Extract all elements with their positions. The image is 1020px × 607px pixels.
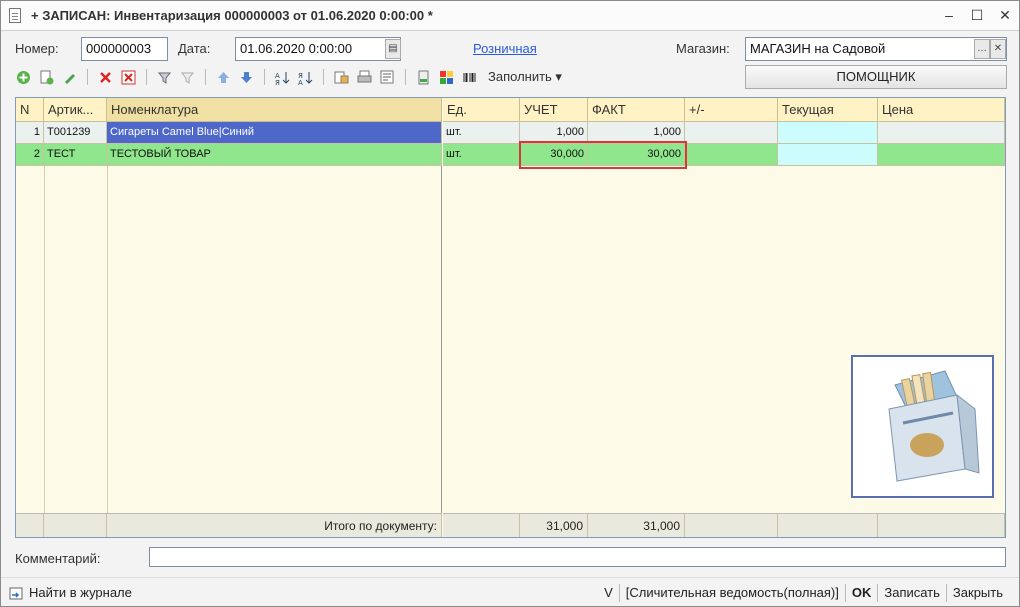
inventory-table: N Артик... Номенклатура 1 Т001239 Сигаре… bbox=[15, 97, 1006, 538]
move-down-icon[interactable] bbox=[238, 69, 255, 86]
toolbar-separator bbox=[146, 69, 147, 85]
close-form-button[interactable]: Закрыть bbox=[947, 585, 1009, 600]
table-left-pane: N Артик... Номенклатура 1 Т001239 Сигаре… bbox=[16, 98, 442, 537]
copy-row-icon[interactable] bbox=[38, 69, 55, 86]
column-header-fakt[interactable]: ФАКТ bbox=[588, 98, 685, 122]
retail-type-link[interactable]: Розничная bbox=[473, 41, 537, 56]
save-button[interactable]: Записать bbox=[878, 585, 946, 600]
minimize-button[interactable]: ‒ bbox=[941, 6, 957, 24]
status-bar: Найти в журнале V [Сличительная ведомост… bbox=[1, 577, 1019, 607]
close-button[interactable]: ✕ bbox=[997, 6, 1013, 24]
comment-label: Комментарий: bbox=[15, 551, 101, 566]
comment-input[interactable] bbox=[149, 547, 1006, 567]
table-cell-price[interactable] bbox=[878, 122, 1005, 144]
sort-ascending-icon[interactable]: AЯ bbox=[274, 69, 291, 86]
footer-cell bbox=[685, 513, 778, 537]
document-icon[interactable] bbox=[415, 69, 432, 86]
toolbar-separator bbox=[323, 69, 324, 85]
table-cell-article[interactable]: Т001239 bbox=[44, 122, 107, 144]
table-cell-current[interactable] bbox=[778, 144, 878, 166]
toolbar-separator bbox=[405, 69, 406, 85]
footer-cell bbox=[778, 513, 878, 537]
highlight-frame bbox=[519, 141, 687, 169]
footer-cell bbox=[16, 513, 44, 537]
date-field[interactable]: 01.06.2020 0:00:00 bbox=[235, 37, 401, 61]
find-in-journal-button[interactable]: Найти в журнале bbox=[9, 585, 132, 601]
column-header-n[interactable]: N bbox=[16, 98, 44, 122]
table-cell-price[interactable] bbox=[878, 144, 1005, 166]
column-header-current[interactable]: Текущая bbox=[778, 98, 878, 122]
column-header-uchet[interactable]: УЧЕТ bbox=[520, 98, 588, 122]
footer-total-label: Итого по документу: bbox=[107, 513, 442, 537]
toolbar-separator bbox=[87, 69, 88, 85]
status-actions: V [Сличительная ведомость(полная)] OK За… bbox=[598, 583, 1009, 602]
table-cell-unit[interactable]: шт. bbox=[443, 144, 520, 166]
store-field[interactable]: МАГАЗИН на Садовой bbox=[745, 37, 1007, 61]
ok-button[interactable]: OK bbox=[846, 585, 878, 600]
helper-button[interactable]: ПОМОЩНИК bbox=[745, 65, 1007, 89]
edit-row-icon[interactable] bbox=[61, 69, 78, 86]
column-divider bbox=[44, 166, 45, 513]
number-label: Номер: bbox=[15, 41, 59, 56]
table-cell-diff[interactable] bbox=[685, 144, 778, 166]
column-header-article[interactable]: Артик... bbox=[44, 98, 107, 122]
table-cell-n[interactable]: 1 bbox=[16, 122, 44, 144]
report-button[interactable]: [Сличительная ведомость(полная)] bbox=[620, 585, 845, 600]
move-up-icon[interactable] bbox=[215, 69, 232, 86]
table-cell-n[interactable]: 2 bbox=[16, 144, 44, 166]
store-label: Магазин: bbox=[676, 41, 730, 56]
column-header-nomenclature[interactable]: Номенклатура bbox=[107, 98, 442, 122]
footer-cell bbox=[44, 513, 107, 537]
clear-filter-icon[interactable] bbox=[179, 69, 196, 86]
table-cell-nomenclature[interactable]: ТЕСТОВЫЙ ТОВАР bbox=[107, 144, 442, 166]
table-toolbar: AЯ ЯA Заполнить ▾ bbox=[15, 67, 562, 87]
store-clear-button[interactable]: ✕ bbox=[990, 39, 1006, 59]
window-title: + ЗАПИСАН: Инвентаризация 000000003 от 0… bbox=[31, 8, 433, 23]
add-row-icon[interactable] bbox=[15, 69, 32, 86]
barcode-icon[interactable] bbox=[461, 69, 478, 86]
fill-menu-button[interactable]: Заполнить ▾ bbox=[488, 69, 562, 85]
title-bar: + ЗАПИСАН: Инвентаризация 000000003 от 0… bbox=[1, 1, 1019, 31]
v-button[interactable]: V bbox=[598, 585, 619, 600]
delete-row-icon[interactable] bbox=[97, 69, 114, 86]
document-window: + ЗАПИСАН: Инвентаризация 000000003 от 0… bbox=[0, 0, 1020, 607]
product-image bbox=[851, 355, 994, 498]
table-cell-nomenclature[interactable]: Сигареты Camel Blue|Синий bbox=[107, 122, 442, 144]
calendar-button[interactable]: ▤ bbox=[385, 39, 401, 59]
select-items-icon[interactable] bbox=[333, 69, 350, 86]
store-select-button[interactable]: … bbox=[974, 39, 990, 59]
column-header-unit[interactable]: Ед. bbox=[443, 98, 520, 122]
window-controls: ‒ ☐ ✕ bbox=[941, 6, 1013, 24]
table-settings-icon[interactable] bbox=[379, 69, 396, 86]
color-grid-icon[interactable] bbox=[438, 69, 455, 86]
sort-descending-icon[interactable]: ЯA bbox=[297, 69, 314, 86]
footer-cell bbox=[878, 513, 1005, 537]
toolbar-separator bbox=[264, 69, 265, 85]
table-cell-current[interactable] bbox=[778, 122, 878, 144]
number-field[interactable]: 000000003 bbox=[81, 37, 168, 61]
date-label: Дата: bbox=[178, 41, 211, 56]
footer-fakt-total: 31,000 bbox=[588, 513, 685, 537]
table-cell-diff[interactable] bbox=[685, 122, 778, 144]
journal-icon bbox=[9, 587, 23, 599]
filter-icon[interactable] bbox=[156, 69, 173, 86]
document-icon bbox=[9, 8, 21, 23]
delete-all-icon[interactable] bbox=[120, 69, 137, 86]
print-icon[interactable] bbox=[356, 69, 373, 86]
table-cell-article[interactable]: ТЕСТ bbox=[44, 144, 107, 166]
svg-text:Я: Я bbox=[275, 79, 280, 85]
table-right-pane: Ед. УЧЕТ ФАКТ +/- Текущая Цена шт. 1,000… bbox=[443, 98, 1005, 537]
footer-cell bbox=[443, 513, 520, 537]
footer-uchet-total: 31,000 bbox=[520, 513, 588, 537]
maximize-button[interactable]: ☐ bbox=[969, 6, 985, 24]
column-header-price[interactable]: Цена bbox=[878, 98, 1005, 122]
column-divider bbox=[107, 166, 108, 513]
toolbar-separator bbox=[205, 69, 206, 85]
table-cell-unit[interactable]: шт. bbox=[443, 122, 520, 144]
find-in-journal-label: Найти в журнале bbox=[29, 585, 132, 600]
svg-text:A: A bbox=[298, 79, 303, 85]
column-header-diff[interactable]: +/- bbox=[685, 98, 778, 122]
